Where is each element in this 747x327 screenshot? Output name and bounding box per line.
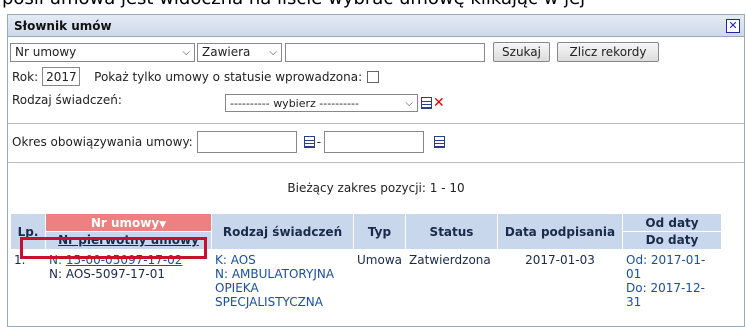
benefit-type-row: Rodzaj świadczeń: (12, 93, 122, 107)
search-operator-select-value: Zawiera (202, 45, 251, 59)
dialog-title: Słownik umów (14, 18, 112, 33)
benefit-type-select-value: ---------- wybierz ---------- (230, 96, 359, 110)
count-records-button[interactable]: Zlicz rekordy (557, 42, 659, 62)
benefit-type-label: Rodzaj świadczeń: (12, 93, 122, 107)
highlight-box (20, 237, 207, 259)
col-from: Od daty (645, 216, 699, 230)
validity-row: Okres obowiązywania umowy: - (12, 131, 446, 153)
col-benefit-type: Rodzaj świadczeń (211, 213, 354, 250)
search-field-select-value: Nr umowy (15, 45, 77, 59)
cell-type: Umowa (353, 249, 406, 313)
year-input[interactable]: 2017 (42, 67, 81, 86)
benefit-name: N: AMBULATORYJNA OPIEKA SPECJALISTYCZNA (215, 267, 335, 309)
list-icon[interactable] (421, 97, 432, 109)
year-row: Rok: 2017 Pokaż tylko umowy o statusie w… (12, 67, 380, 86)
contracts-table: Lp. Nr umowy▼ Nr pierwotny umowy Rodzaj … (10, 213, 722, 313)
col-to: Do daty (623, 231, 721, 249)
search-row: Nr umowy ⌵ Zawiera ⌵ Szukaj Zlicz rekord… (10, 42, 659, 62)
calendar-icon[interactable] (434, 136, 446, 148)
divider (8, 162, 744, 163)
date-to: Do: 2017-12-31 (626, 281, 705, 309)
only-entered-label: Pokaż tylko umowy o statusie wprowadzona… (94, 69, 363, 84)
chevron-down-icon: ⌵ (269, 46, 277, 58)
search-field-select[interactable]: Nr umowy ⌵ (10, 42, 195, 62)
divider (8, 123, 744, 124)
dialog-titlebar: Słownik umów ✕ (8, 15, 744, 37)
date-to-input[interactable] (324, 131, 425, 153)
col-signed: Data podpisania (497, 213, 623, 250)
date-from: Od: 2017-01-01 (626, 253, 706, 281)
contract-dictionary-dialog: Słownik umów ✕ Nr umowy ⌵ Zawiera ⌵ Szuk… (7, 14, 745, 327)
col-contract-no-label[interactable]: Nr umowy (91, 216, 159, 230)
year-label: Rok: (12, 69, 39, 84)
sort-desc-icon: ▼ (159, 220, 167, 230)
col-type: Typ (353, 213, 406, 250)
search-input[interactable] (285, 42, 485, 62)
col-status: Status (405, 213, 498, 250)
date-from-input[interactable] (196, 131, 297, 153)
benefit-code: K: AOS (215, 253, 256, 267)
benefit-type-controls: ---------- wybierz ---------- ⌵ ✕ (225, 94, 445, 112)
date-separator: - (316, 135, 322, 149)
only-entered-checkbox[interactable] (367, 70, 380, 83)
calendar-icon[interactable] (303, 136, 315, 148)
clear-icon[interactable]: ✕ (433, 96, 445, 110)
col-dates: Od daty Do daty (622, 213, 722, 250)
close-icon[interactable]: ✕ (726, 18, 740, 33)
chevron-down-icon: ⌵ (182, 46, 190, 58)
search-operator-select[interactable]: Zawiera ⌵ (197, 42, 282, 62)
background-instruction-text: pośli umowa jest widoczna na liście wybr… (2, 0, 585, 9)
chevron-down-icon: ⌵ (405, 97, 413, 109)
search-button[interactable]: Szukaj (493, 42, 550, 62)
cell-benefit: K: AOS N: AMBULATORYJNA OPIEKA SPECJALIS… (211, 249, 354, 313)
benefit-type-select[interactable]: ---------- wybierz ---------- ⌵ (225, 94, 418, 112)
range-info: Bieżący zakres pozycji: 1 - 10 (287, 181, 465, 195)
validity-label: Okres obowiązywania umowy: (12, 135, 193, 149)
cell-dates: Od: 2017-01-01 Do: 2017-12-31 (622, 249, 722, 313)
cell-signed: 2017-01-03 (497, 249, 623, 313)
cell-status: Zatwierdzona (405, 249, 498, 313)
original-no: N: AOS-5097-17-01 (49, 267, 165, 281)
